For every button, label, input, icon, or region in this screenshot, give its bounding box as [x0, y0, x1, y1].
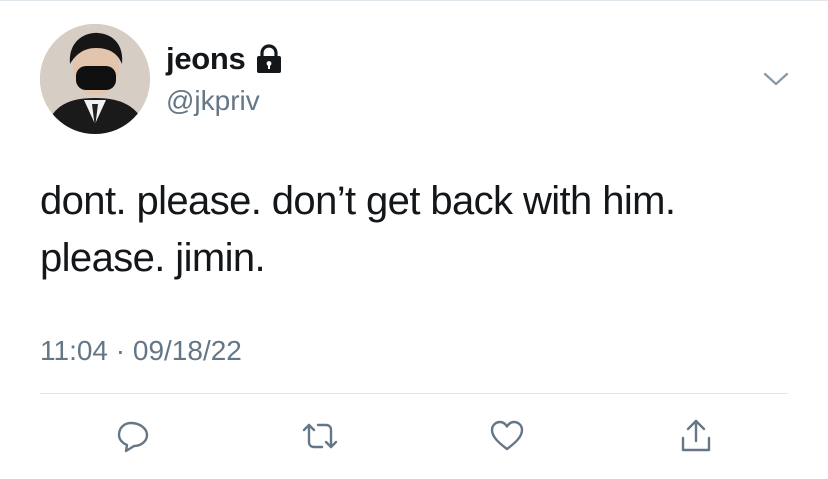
tweet-text-line: please. jimin.	[40, 236, 266, 280]
tweet-timestamp[interactable]: 11:04 · 09/18/22	[40, 334, 242, 368]
avatar-image	[40, 24, 150, 134]
action-divider	[40, 393, 788, 394]
lock-icon	[255, 44, 283, 74]
reply-icon	[117, 421, 149, 453]
chevron-down-icon[interactable]	[762, 70, 790, 88]
tweet-text-line: dont. please. don’t get back with him.	[40, 179, 676, 223]
retweet-icon	[302, 423, 338, 449]
share-button[interactable]	[676, 416, 716, 456]
heart-icon	[490, 420, 524, 451]
reply-button[interactable]	[113, 416, 153, 456]
tweet-text: dont. please. don’t get back with him. p…	[40, 173, 800, 287]
top-divider	[0, 0, 828, 1]
retweet-button[interactable]	[300, 416, 340, 456]
share-icon	[681, 419, 711, 452]
display-name-row[interactable]: jeons	[166, 40, 283, 78]
avatar[interactable]	[40, 24, 150, 134]
like-button[interactable]	[487, 416, 527, 456]
user-handle[interactable]: @jkpriv	[166, 84, 260, 118]
display-name[interactable]: jeons	[166, 40, 246, 78]
